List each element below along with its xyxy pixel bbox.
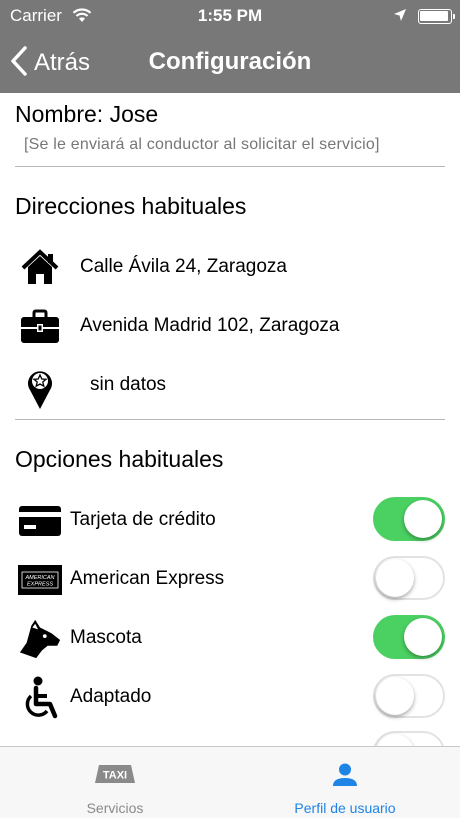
option-row-adapted[interactable]: Adaptado	[0, 672, 460, 722]
settings-content[interactable]: Nombre: Jose [Se le enviará al conductor…	[0, 93, 460, 746]
option-label: Tarjeta de crédito	[70, 509, 216, 530]
address-label: sin datos	[90, 374, 167, 395]
toggle-knob	[376, 677, 414, 715]
option-row-credit-card[interactable]: Tarjeta de crédito	[0, 495, 460, 545]
tab-label: Perfil de usuario	[294, 800, 396, 816]
address-row-home[interactable]: Calle Ávila 24, Zaragoza	[0, 242, 460, 292]
wheelchair-icon	[18, 676, 62, 719]
adapted-toggle[interactable]	[373, 674, 445, 718]
name-hint: [Se le enviará al conductor al solicitar…	[24, 136, 380, 153]
clock: 1:55 PM	[197, 6, 263, 25]
status-bar: Carrier 1:55 PM	[0, 0, 460, 33]
option-label: American Express	[70, 568, 225, 589]
option-label: Adaptado	[70, 686, 152, 707]
home-icon	[20, 248, 60, 288]
pet-toggle[interactable]	[373, 615, 445, 659]
user-name[interactable]: Nombre: Jose	[15, 101, 158, 128]
amex-card-text-line-2: EXPRESS	[27, 582, 53, 588]
toggle-knob	[376, 734, 414, 746]
location-arrow-icon	[393, 8, 407, 27]
navigation-bar: Atrás Configuración	[0, 33, 460, 93]
address-label: Calle Ávila 24, Zaragoza	[80, 256, 287, 277]
tab-bar: TAXI Servicios Perfil de usuario	[0, 746, 460, 818]
taxi-icon: TAXI	[0, 763, 230, 785]
tab-label: Servicios	[86, 800, 144, 816]
options-section-title: Opciones habituales	[15, 446, 224, 472]
american-express-toggle[interactable]	[373, 556, 445, 600]
next-option-toggle[interactable]	[373, 731, 445, 746]
american-express-icon: AMERICAN EXPRESS	[18, 560, 62, 600]
toggle-knob	[404, 500, 442, 538]
credit-card-toggle[interactable]	[373, 497, 445, 541]
tab-services[interactable]: TAXI Servicios	[0, 747, 230, 818]
option-label: Mascota	[70, 627, 142, 648]
addresses-section-title: Direcciones habituales	[15, 193, 247, 219]
briefcase-icon	[20, 307, 60, 347]
address-row-work[interactable]: Avenida Madrid 102, Zaragoza	[0, 301, 460, 351]
page-title: Configuración	[148, 48, 312, 75]
credit-card-icon	[18, 501, 62, 541]
divider	[15, 166, 445, 167]
taxi-icon-text: TAXI	[103, 770, 127, 782]
address-label: Avenida Madrid 102, Zaragoza	[80, 315, 340, 336]
dog-icon	[18, 619, 62, 659]
address-row-favorite[interactable]: sin datos	[0, 360, 460, 410]
toggle-knob	[404, 618, 442, 656]
amex-card-text-line-1: AMERICAN	[24, 575, 54, 581]
map-pin-star-icon	[20, 366, 60, 409]
battery-icon	[418, 9, 455, 24]
option-row-american-express[interactable]: AMERICAN EXPRESS American Express	[0, 554, 460, 604]
user-icon	[230, 763, 460, 787]
tab-user-profile[interactable]: Perfil de usuario	[230, 747, 460, 818]
divider	[15, 419, 445, 420]
toggle-knob	[376, 559, 414, 597]
option-row-pet[interactable]: Mascota	[0, 613, 460, 663]
